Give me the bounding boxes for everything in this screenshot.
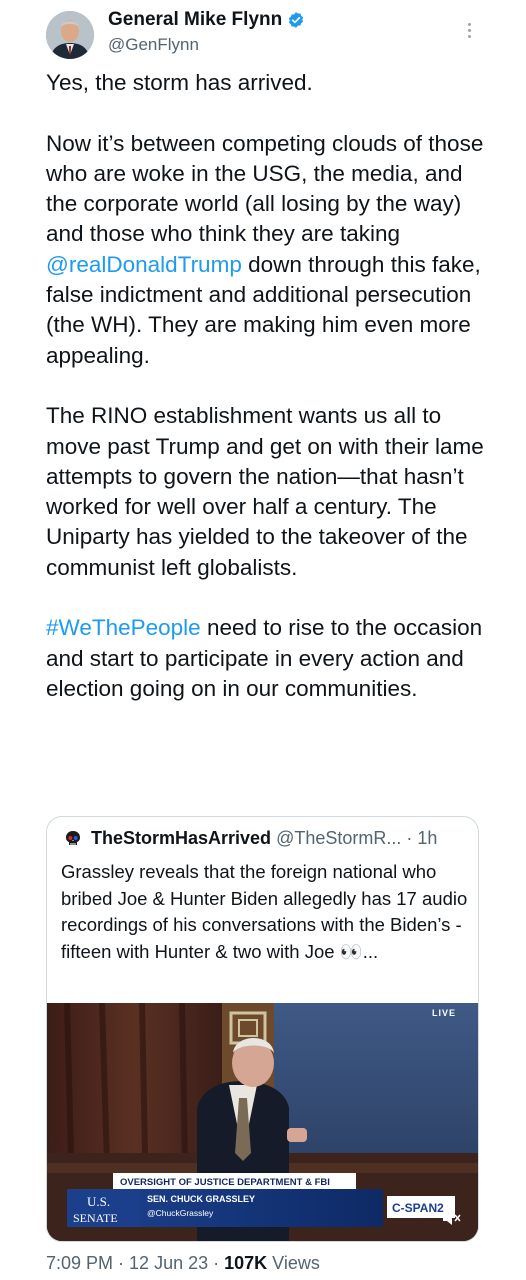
hashtag-link[interactable]: #WeThePeople bbox=[46, 615, 201, 640]
senate-us-label: U.S. bbox=[87, 1194, 110, 1209]
quoted-author-name[interactable]: TheStormHasArrived bbox=[91, 828, 271, 849]
views-label: Views bbox=[272, 1253, 320, 1273]
live-label: LIVE bbox=[432, 1008, 456, 1018]
senate-label: SENATE bbox=[73, 1211, 118, 1225]
tweet-paragraph: Now it’s between competing clouds of tho… bbox=[46, 129, 496, 371]
more-options-icon[interactable] bbox=[459, 18, 479, 42]
mention-link[interactable]: @realDonaldTrump bbox=[46, 252, 242, 277]
video-frame: LIVE OVERSIGHT OF JUSTICE DEPARTMENT & F… bbox=[47, 1003, 478, 1241]
quoted-author-handle[interactable]: @TheStormR... bbox=[276, 828, 401, 849]
quoted-timestamp[interactable]: · 1h bbox=[406, 828, 437, 849]
chyron-handle: @ChuckGrassley bbox=[147, 1208, 214, 1218]
quoted-tweet-header: TheStormHasArrived @TheStormR... · 1h bbox=[63, 828, 437, 849]
tweet-text: Yes, the storm has arrived. Now it’s bet… bbox=[46, 68, 496, 704]
network-logo: C-SPAN2 bbox=[392, 1201, 444, 1215]
tweet-date[interactable]: 12 Jun 23 bbox=[129, 1253, 208, 1273]
tweet-paragraph: Yes, the storm has arrived. bbox=[46, 70, 313, 95]
verified-badge-icon bbox=[289, 12, 304, 28]
tweet-text-segment: Now it’s between competing clouds of tho… bbox=[46, 130, 484, 247]
tweet-paragraph: #WeThePeople need to rise to the occasio… bbox=[46, 613, 496, 704]
tweet-meta: 7:09 PM · 12 Jun 23 · 107K Views bbox=[46, 1253, 320, 1274]
chyron-speaker: SEN. CHUCK GRASSLEY bbox=[147, 1194, 255, 1204]
tweet-header: General Mike Flynn @GenFlynn bbox=[0, 0, 526, 70]
separator: · bbox=[208, 1253, 225, 1273]
author-name[interactable]: General Mike Flynn bbox=[108, 9, 282, 31]
quoted-tweet-text: Grassley reveals that the foreign nation… bbox=[61, 861, 468, 962]
tweet-time[interactable]: 7:09 PM bbox=[46, 1253, 113, 1273]
quoted-video[interactable]: LIVE OVERSIGHT OF JUSTICE DEPARTMENT & F… bbox=[47, 1003, 478, 1241]
author-handle[interactable]: @GenFlynn bbox=[108, 35, 199, 55]
chyron-title: OVERSIGHT OF JUSTICE DEPARTMENT & FBI bbox=[120, 1177, 330, 1188]
tweet-paragraph: The RINO establishment wants us all to m… bbox=[46, 403, 484, 580]
views-count: 107K bbox=[224, 1253, 268, 1273]
quoted-tweet[interactable]: TheStormHasArrived @TheStormR... · 1h Gr… bbox=[46, 816, 479, 1242]
skull-avatar-icon bbox=[63, 828, 83, 849]
separator: · bbox=[113, 1253, 130, 1273]
author-avatar[interactable] bbox=[46, 11, 94, 59]
